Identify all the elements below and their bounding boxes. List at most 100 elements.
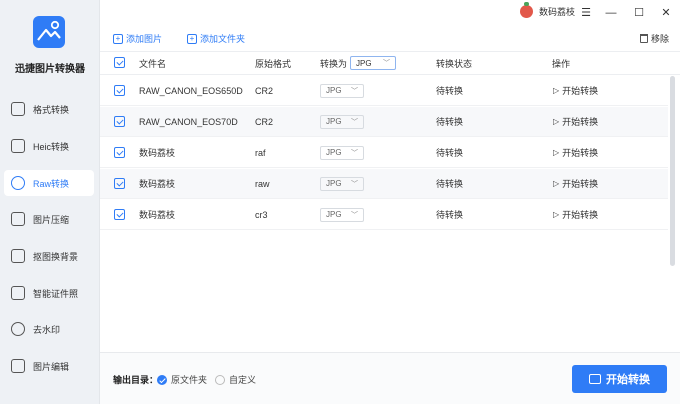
row-target-value: JPG xyxy=(326,210,342,219)
sidebar-item-cutout[interactable]: 抠图换背景 xyxy=(4,243,94,269)
sidebar-item-raw[interactable]: Raw转换 xyxy=(4,170,94,196)
vertical-scrollbar[interactable] xyxy=(670,76,675,266)
row-target-select[interactable]: JPG ﹀ xyxy=(320,145,364,160)
table-row: 数码荔枝 raf JPG ﹀ 待转换 ▷ 开始转换 xyxy=(100,138,668,168)
row-target-cell: JPG ﹀ xyxy=(320,138,364,167)
output-custom-radio[interactable]: 自定义 xyxy=(215,373,256,386)
row-filename: 数码荔枝 xyxy=(139,179,176,189)
row-start-label: 开始转换 xyxy=(562,117,599,127)
row-target-value: JPG xyxy=(326,179,342,188)
play-icon: ▷ xyxy=(553,179,560,188)
sidebar: 迅捷图片转换器 格式转换 Heic转换 Raw转换 图片压缩 抠图换背景 智能证… xyxy=(0,0,100,404)
table-row: 数码荔枝 raw JPG ﹀ 待转换 ▷ 开始转换 xyxy=(100,169,668,199)
footer: 输出目录： 原文件夹 自定义 开始转换 xyxy=(100,352,680,404)
plus-icon: + xyxy=(113,33,123,44)
row-format: CR2 xyxy=(255,85,274,96)
row-status: 待转换 xyxy=(436,86,464,96)
app-logo-icon xyxy=(33,16,65,48)
header-action: 操作 xyxy=(552,58,571,69)
table-row: RAW_CANON_EOS70D CR2 JPG ﹀ 待转换 ▷ 开始转换 xyxy=(100,107,668,137)
row-status: 待转换 xyxy=(436,117,464,127)
compress-icon xyxy=(11,212,25,226)
table-row: 数码荔枝 cr3 JPG ﹀ 待转换 ▷ 开始转换 xyxy=(100,200,668,230)
row-target-select[interactable]: JPG ﹀ xyxy=(320,83,364,98)
row-target-cell: JPG ﹀ xyxy=(320,76,364,105)
close-button[interactable]: ✕ xyxy=(658,5,674,21)
radio-checked-icon xyxy=(157,374,167,385)
radio-unchecked-icon xyxy=(215,374,225,385)
cutout-icon xyxy=(11,249,25,263)
row-checkbox[interactable] xyxy=(114,177,125,189)
row-target-select[interactable]: JPG ﹀ xyxy=(320,114,364,129)
row-format: raw xyxy=(255,178,270,189)
header-status: 转换状态 xyxy=(436,58,473,69)
heic-icon xyxy=(11,139,25,153)
edit-image-icon xyxy=(11,359,25,373)
row-filename: 数码荔枝 xyxy=(139,210,176,220)
sidebar-item-id-photo[interactable]: 智能证件照 xyxy=(4,280,94,306)
header-convert-to-label: 转换为 xyxy=(320,58,348,69)
convert-icon xyxy=(589,374,601,384)
menu-button[interactable]: ☰ xyxy=(578,5,594,21)
output-original-radio[interactable]: 原文件夹 xyxy=(157,373,207,386)
row-checkbox[interactable] xyxy=(114,115,125,127)
toolbar: + 添加图片 + 添加文件夹 移除 xyxy=(100,27,680,51)
sidebar-item-format-convert[interactable]: 格式转换 xyxy=(4,96,94,122)
chevron-down-icon: ﹀ xyxy=(351,87,358,95)
lychee-icon xyxy=(520,2,533,18)
add-folder-button[interactable]: + 添加文件夹 xyxy=(187,32,245,45)
play-icon: ▷ xyxy=(553,86,560,95)
play-icon: ▷ xyxy=(553,210,560,219)
restore-button[interactable]: ☐ xyxy=(631,5,647,21)
row-status: 待转换 xyxy=(436,179,464,189)
chevron-down-icon: ﹀ xyxy=(351,118,358,126)
header-filename: 文件名 xyxy=(139,58,167,69)
row-format: cr3 xyxy=(255,209,268,220)
add-image-button[interactable]: + 添加图片 xyxy=(113,32,162,45)
row-format: raf xyxy=(255,147,266,158)
brand: 数码荔枝 xyxy=(520,2,575,18)
chevron-down-icon: ﹀ xyxy=(351,211,358,219)
minimize-button[interactable]: — xyxy=(603,5,619,21)
add-image-label: 添加图片 xyxy=(126,34,163,44)
app-name: 迅捷图片转换器 xyxy=(15,64,85,75)
start-convert-label: 开始转换 xyxy=(606,374,650,386)
row-filename: 数码荔枝 xyxy=(139,148,176,158)
add-folder-label: 添加文件夹 xyxy=(200,34,246,44)
row-start-button[interactable]: ▷ 开始转换 xyxy=(553,76,598,105)
row-target-cell: JPG ﹀ xyxy=(320,169,364,198)
row-start-button[interactable]: ▷ 开始转换 xyxy=(553,169,598,198)
title-bar: 数码荔枝 ☰ — ☐ ✕ xyxy=(100,0,680,27)
sidebar-item-edit-image[interactable]: 图片编辑 xyxy=(4,353,94,379)
format-convert-icon xyxy=(11,102,25,116)
select-all-checkbox[interactable] xyxy=(114,57,125,68)
output-original-label: 原文件夹 xyxy=(171,375,208,385)
row-start-button[interactable]: ▷ 开始转换 xyxy=(553,138,598,167)
table-header: 文件名 原始格式 转换为 JPG ﹀ 转换状态 操作 xyxy=(100,51,680,75)
row-filename: RAW_CANON_EOS70D xyxy=(139,116,238,127)
raw-icon xyxy=(11,176,25,190)
row-checkbox[interactable] xyxy=(114,208,125,220)
output-dir-label: 输出目录： xyxy=(113,375,159,385)
row-start-label: 开始转换 xyxy=(562,148,599,158)
sidebar-item-heic[interactable]: Heic转换 xyxy=(4,133,94,159)
row-checkbox[interactable] xyxy=(114,146,125,158)
play-icon: ▷ xyxy=(553,117,560,126)
remove-button[interactable]: 移除 xyxy=(639,32,669,45)
row-checkbox[interactable] xyxy=(114,84,125,96)
row-target-select[interactable]: JPG ﹀ xyxy=(320,207,364,222)
sidebar-item-label: 图片压缩 xyxy=(33,214,70,225)
sidebar-item-watermark[interactable]: 去水印 xyxy=(4,316,94,342)
row-start-button[interactable]: ▷ 开始转换 xyxy=(553,200,598,229)
row-target-select[interactable]: JPG ﹀ xyxy=(320,176,364,191)
start-convert-button[interactable]: 开始转换 xyxy=(572,365,667,393)
row-start-button[interactable]: ▷ 开始转换 xyxy=(553,107,598,136)
sidebar-item-label: 智能证件照 xyxy=(33,288,79,299)
sidebar-item-label: 去水印 xyxy=(33,324,61,335)
header-format: 原始格式 xyxy=(255,58,292,69)
sidebar-item-compress[interactable]: 图片压缩 xyxy=(4,206,94,232)
chevron-down-icon: ﹀ xyxy=(351,149,358,157)
convert-all-select[interactable]: JPG ﹀ xyxy=(350,56,397,70)
row-target-value: JPG xyxy=(326,148,342,157)
row-status: 待转换 xyxy=(436,210,464,220)
